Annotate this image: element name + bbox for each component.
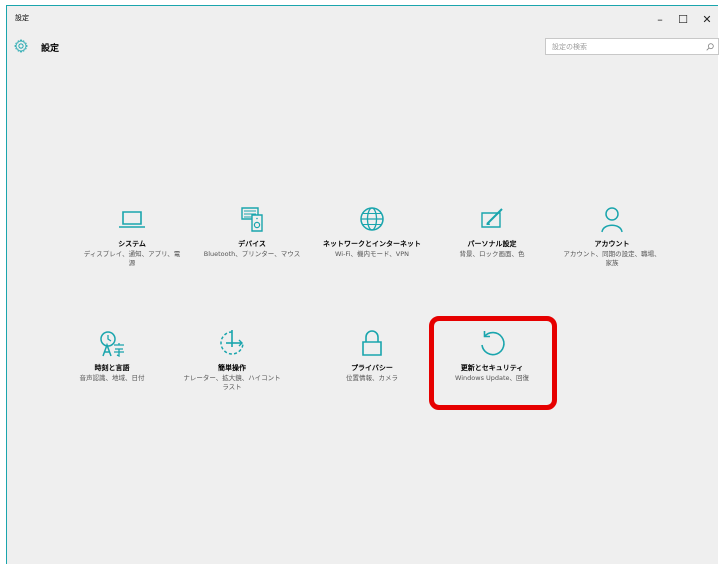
devices-icon	[235, 202, 269, 236]
settings-window: 設定 – ☐ ✕ 設定 設定の検索 システム ディスプレイ、通知、アプリ、電源	[6, 5, 719, 564]
tile-desc: Wi-Fi、機内モード、VPN	[335, 250, 409, 258]
search-box[interactable]: 設定の検索	[545, 38, 719, 55]
tile-name: 簡単操作	[218, 364, 246, 372]
tile-devices[interactable]: デバイス Bluetooth、プリンター、マウス	[197, 202, 307, 259]
tile-accounts[interactable]: アカウント アカウント、同期の設定、職場、家族	[557, 202, 667, 268]
tile-desc: 背景、ロック画面、色	[459, 250, 525, 258]
search-input-placeholder[interactable]: 設定の検索	[552, 42, 587, 52]
tile-name: パーソナル設定	[467, 240, 517, 248]
highlight-frame	[429, 316, 557, 410]
tile-name: プライバシー	[351, 364, 393, 372]
person-icon	[595, 202, 629, 236]
window-title: 設定	[15, 14, 29, 22]
tile-name: システム	[118, 240, 146, 248]
maximize-button[interactable]: ☐	[673, 13, 693, 29]
close-button[interactable]: ✕	[697, 13, 717, 29]
tile-privacy[interactable]: プライバシー 位置情報、カメラ	[317, 326, 427, 383]
lock-icon	[355, 326, 389, 360]
tile-network[interactable]: ネットワークとインターネット Wi-Fi、機内モード、VPN	[317, 202, 427, 259]
tile-desc: Bluetooth、プリンター、マウス	[203, 250, 301, 258]
tile-personalization[interactable]: パーソナル設定 背景、ロック画面、色	[437, 202, 547, 259]
ease-of-access-icon	[215, 326, 249, 360]
tile-name: 時刻と言語	[94, 364, 130, 372]
tile-name: ネットワークとインターネット	[323, 240, 421, 248]
tile-ease-of-access[interactable]: 簡単操作 ナレーター、拡大鏡、ハイコントラスト	[177, 326, 287, 392]
globe-icon	[355, 202, 389, 236]
tile-desc: ディスプレイ、通知、アプリ、電源	[83, 250, 181, 267]
tile-name: デバイス	[238, 240, 266, 248]
tile-time-language[interactable]: 時刻と言語 音声認識、地域、日付	[57, 326, 167, 383]
tile-desc: 位置情報、カメラ	[346, 374, 398, 382]
tile-name: アカウント	[594, 240, 630, 248]
tile-desc: アカウント、同期の設定、職場、家族	[563, 250, 661, 267]
personalization-icon	[475, 202, 509, 236]
minimize-button[interactable]: –	[650, 13, 670, 29]
gear-icon	[14, 39, 28, 53]
laptop-icon	[115, 202, 149, 236]
search-icon[interactable]	[705, 42, 715, 52]
time-language-icon	[95, 326, 129, 360]
page-title: 設定	[41, 44, 60, 54]
tile-desc: 音声認識、地域、日付	[79, 374, 145, 382]
title-bar[interactable]: 設定 – ☐ ✕	[7, 6, 718, 36]
tile-system[interactable]: システム ディスプレイ、通知、アプリ、電源	[77, 202, 187, 268]
tile-desc: ナレーター、拡大鏡、ハイコントラスト	[183, 374, 281, 391]
